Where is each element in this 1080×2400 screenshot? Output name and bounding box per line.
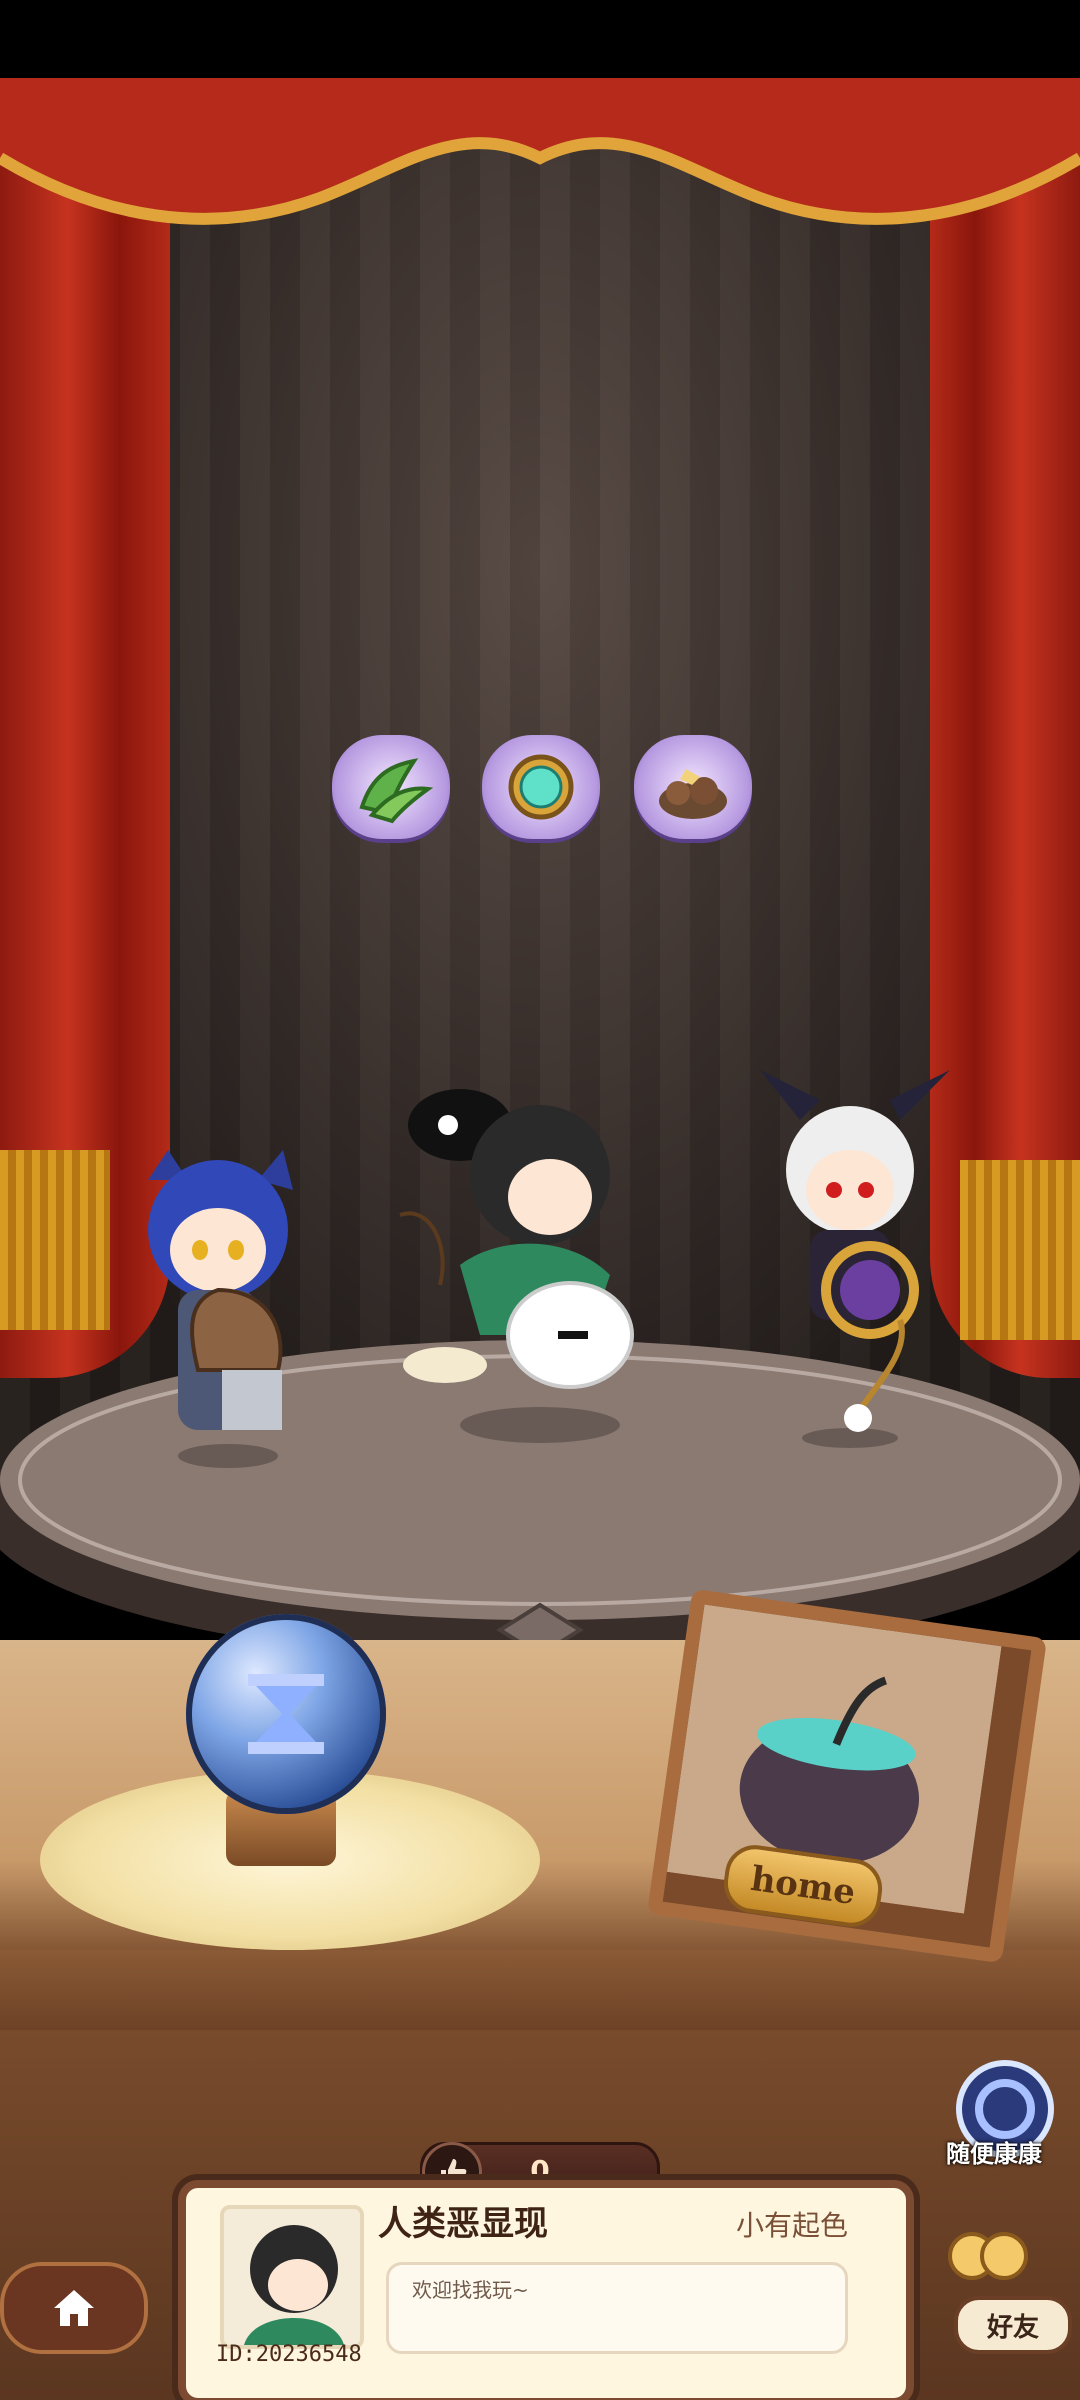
player-rank: 小有起色 — [736, 2209, 849, 2242]
curtain-valance — [0, 78, 1080, 225]
shelf-edge — [0, 1950, 1080, 2030]
avatar-image — [244, 2225, 344, 2345]
jade-mirror-item-icon — [508, 754, 574, 820]
friends-label[interactable]: 好友 — [954, 2296, 1072, 2354]
mud-clod-item[interactable] — [634, 735, 752, 839]
jade-mirror-item[interactable] — [482, 735, 600, 839]
left-curtain-fringe — [0, 1150, 110, 1330]
message-text: 欢迎找我玩~ — [412, 2278, 529, 2302]
game-screen: home 随便康康 0 人类恶显现 小有起色 欢迎找我玩~ ID:2023654… — [0, 0, 1080, 2400]
status-bar — [0, 0, 1080, 78]
sleeping-boy-character[interactable] — [390, 1085, 680, 1445]
home-button[interactable] — [0, 2262, 148, 2354]
player-name: 人类恶显现 — [378, 2204, 548, 2244]
random-visit-label[interactable]: 随便康康 — [946, 2134, 1042, 2169]
herb-item-icon — [359, 758, 434, 824]
home-icon — [54, 2290, 94, 2326]
hourglass-crystal-ball[interactable] — [186, 1614, 386, 1814]
cat-girl-character[interactable] — [118, 1140, 328, 1470]
right-curtain-fringe — [960, 1160, 1080, 1340]
mud-clod-item-icon — [659, 769, 727, 819]
bunny-girl-character[interactable] — [740, 1060, 970, 1450]
hourglass-icon — [248, 1674, 324, 1754]
herb-item[interactable] — [332, 735, 450, 839]
avatar[interactable] — [220, 2205, 364, 2349]
player-id: ID:20236548 — [216, 2342, 362, 2367]
